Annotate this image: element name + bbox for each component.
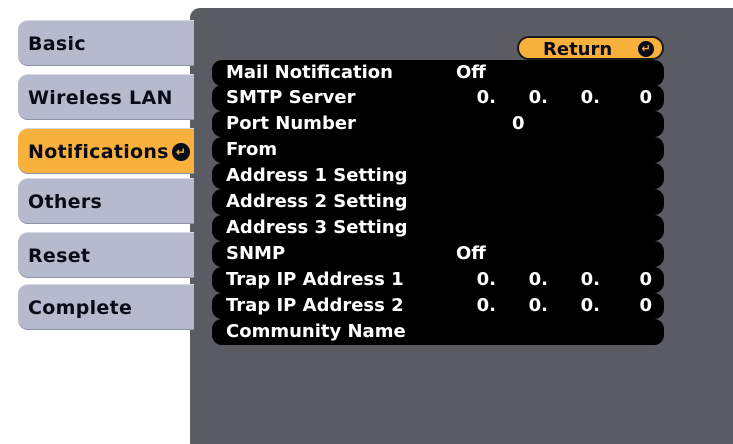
setting-label: Trap IP Address 1	[226, 269, 404, 290]
ip-octet: 0	[639, 295, 652, 316]
tab-reset[interactable]: Reset	[18, 232, 194, 278]
tab-label: Reset	[28, 245, 91, 267]
tab-basic[interactable]: Basic	[18, 20, 194, 66]
ip-octet: 0.	[528, 87, 548, 108]
enter-icon: ↵	[172, 143, 190, 161]
setting-community-name[interactable]: Community Name	[212, 319, 664, 345]
tab-label: Notifications	[28, 141, 169, 163]
setting-value: Off	[456, 243, 486, 264]
ip-octet: 0	[639, 269, 652, 290]
setting-address-2[interactable]: Address 2 Setting	[212, 189, 664, 215]
setting-label: From	[226, 139, 278, 160]
tab-notifications[interactable]: Notifications ↵	[18, 128, 194, 174]
return-button[interactable]: Return ↵	[517, 36, 664, 60]
ip-octet: 0.	[476, 295, 496, 316]
setting-label: Community Name	[226, 321, 406, 342]
ip-octet: 0.	[580, 269, 600, 290]
setting-snmp[interactable]: SNMP Off	[212, 241, 664, 267]
setting-address-1[interactable]: Address 1 Setting	[212, 163, 664, 189]
ip-octet: 0.	[528, 295, 548, 316]
setting-label: Address 3 Setting	[226, 217, 408, 238]
tab-complete[interactable]: Complete	[18, 284, 194, 330]
setting-value: 0	[512, 113, 525, 134]
setting-label: SNMP	[226, 243, 286, 264]
setting-address-3[interactable]: Address 3 Setting	[212, 215, 664, 241]
ip-octet: 0.	[528, 269, 548, 290]
setting-label: Trap IP Address 2	[226, 295, 404, 316]
setting-value: Off	[456, 62, 486, 83]
enter-icon: ↵	[638, 41, 654, 57]
setting-label: Port Number	[226, 113, 356, 134]
ip-octet: 0.	[476, 269, 496, 290]
tab-label: Basic	[28, 33, 86, 55]
tab-others[interactable]: Others	[18, 178, 194, 224]
ip-octet: 0.	[580, 87, 600, 108]
setting-label: Address 2 Setting	[226, 191, 408, 212]
setting-trap-ip-1[interactable]: Trap IP Address 1 0. 0. 0. 0	[212, 267, 664, 293]
ip-octet: 0.	[476, 87, 496, 108]
setting-from[interactable]: From	[212, 137, 664, 163]
network-settings-screen: Basic Wireless LAN Notifications ↵ Other…	[0, 0, 733, 444]
setting-label: SMTP Server	[226, 87, 356, 108]
setting-smtp-server[interactable]: SMTP Server 0. 0. 0. 0	[212, 85, 664, 111]
tab-label: Wireless LAN	[28, 87, 173, 109]
tab-wireless-lan[interactable]: Wireless LAN	[18, 74, 194, 120]
ip-octet: 0	[639, 87, 652, 108]
ip-address-value: 0. 0. 0. 0	[456, 293, 652, 319]
setting-label: Mail Notification	[226, 62, 393, 83]
ip-address-value: 0. 0. 0. 0	[456, 267, 652, 293]
return-label: Return	[543, 39, 613, 60]
setting-trap-ip-2[interactable]: Trap IP Address 2 0. 0. 0. 0	[212, 293, 664, 319]
ip-octet: 0.	[580, 295, 600, 316]
setting-mail-notification[interactable]: Mail Notification Off	[212, 60, 664, 86]
setting-port-number[interactable]: Port Number 0	[212, 111, 664, 137]
setting-label: Address 1 Setting	[226, 165, 408, 186]
tab-label: Complete	[28, 297, 133, 319]
tab-label: Others	[28, 191, 103, 213]
ip-address-value: 0. 0. 0. 0	[456, 85, 652, 111]
